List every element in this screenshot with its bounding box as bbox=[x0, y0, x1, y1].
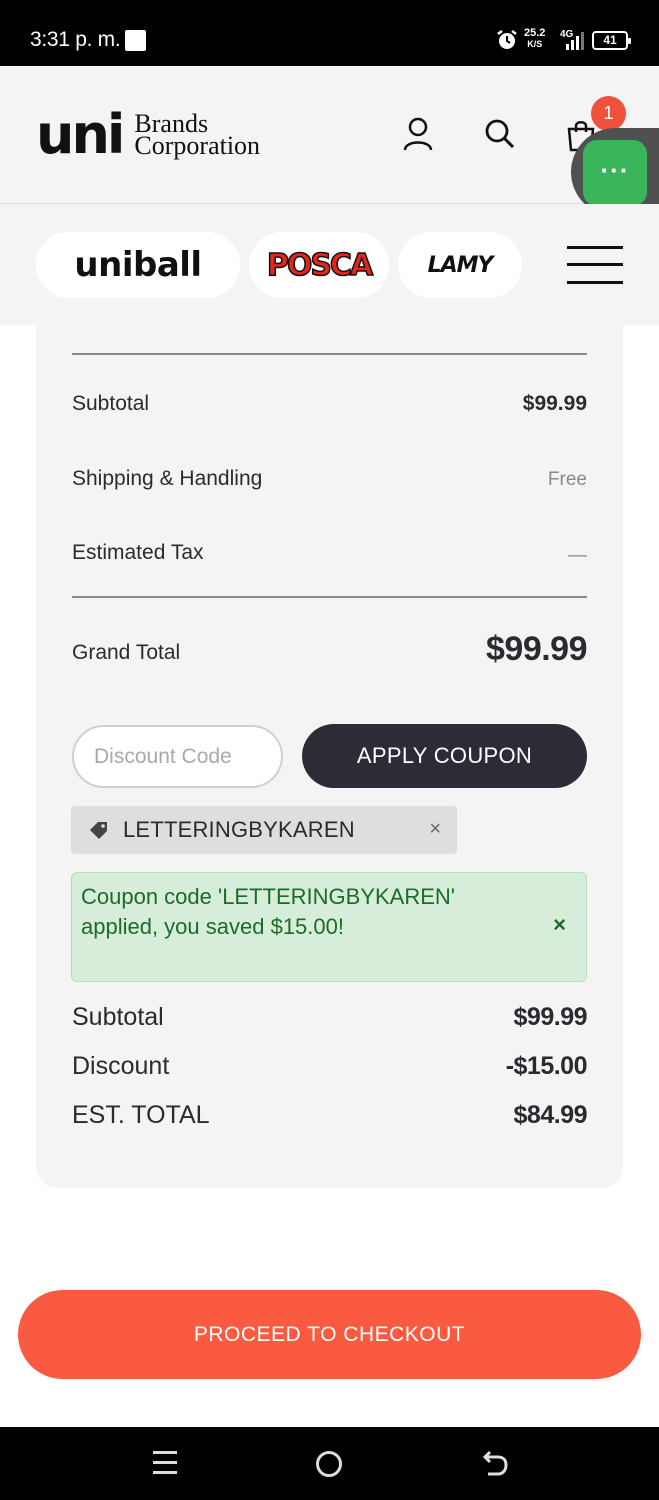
proceed-to-checkout-button[interactable]: PROCEED TO CHECKOUT bbox=[18, 1290, 641, 1379]
logo-uni: uni bbox=[36, 103, 125, 166]
search-icon[interactable] bbox=[484, 116, 516, 152]
shipping-value: Free bbox=[547, 469, 587, 490]
order-summary-card: Subtotal $99.99 Shipping & Handling Free… bbox=[36, 325, 623, 1188]
hamburger-menu-icon[interactable] bbox=[567, 246, 623, 284]
battery-icon: 41 bbox=[592, 31, 631, 50]
system-nav-bar bbox=[0, 1427, 659, 1500]
est-total-label: EST. TOTAL bbox=[72, 1101, 210, 1129]
recent-apps-icon[interactable] bbox=[153, 1451, 177, 1475]
signal-icon bbox=[566, 32, 584, 50]
discount-code-input[interactable] bbox=[72, 725, 283, 788]
net-speed: 25.2 K/S bbox=[524, 28, 545, 50]
alarm-icon bbox=[497, 30, 517, 49]
totals-subtotal-value: $99.99 bbox=[513, 1003, 588, 1031]
tag-icon bbox=[90, 822, 107, 839]
home-icon[interactable] bbox=[316, 1451, 342, 1477]
remove-coupon-icon[interactable]: × bbox=[429, 818, 441, 840]
applied-coupon-code: LETTERINGBYKAREN bbox=[123, 817, 355, 842]
status-bar: 3:31 p. m. 25.2 K/S 4G 41 bbox=[0, 0, 659, 66]
subtotal-label: Subtotal bbox=[72, 392, 150, 415]
tax-label: Estimated Tax bbox=[72, 541, 204, 564]
chat-button[interactable]: ··· bbox=[583, 140, 647, 206]
grand-total-label: Grand Total bbox=[72, 641, 181, 664]
tax-value: — bbox=[568, 545, 587, 566]
divider bbox=[72, 596, 587, 598]
brand-uniball-button[interactable]: uniball bbox=[36, 232, 240, 298]
notification-icon bbox=[125, 30, 146, 51]
back-icon[interactable] bbox=[482, 1448, 508, 1478]
site-header: uni Brands Corporation bbox=[0, 66, 659, 204]
status-time: 3:31 p. m. bbox=[30, 28, 121, 51]
applied-coupon-chip: LETTERINGBYKAREN × bbox=[71, 806, 457, 854]
subtotal-value: $99.99 bbox=[522, 392, 587, 415]
discount-label: Discount bbox=[72, 1052, 170, 1080]
uni-brands-logo[interactable]: uni Brands Corporation bbox=[36, 103, 261, 166]
logo-corporation: Corporation bbox=[134, 131, 261, 160]
shipping-label: Shipping & Handling bbox=[72, 467, 263, 490]
apply-coupon-button[interactable]: APPLY COUPON bbox=[302, 724, 587, 788]
battery-level: 41 bbox=[603, 33, 617, 47]
brand-posca-logo: POSCA bbox=[266, 247, 374, 284]
est-total-value: $84.99 bbox=[513, 1101, 588, 1129]
coupon-success-alert: Coupon code 'LETTERINGBYKAREN' applied, … bbox=[71, 872, 587, 982]
account-icon[interactable] bbox=[403, 116, 433, 152]
brand-lamy-button[interactable]: LAMY bbox=[398, 232, 522, 298]
discount-value: -$15.00 bbox=[505, 1052, 588, 1080]
brand-lamy-logo: LAMY bbox=[427, 252, 494, 278]
brand-uniball-logo: uniball bbox=[74, 245, 202, 285]
net-speed-value: 25.2 bbox=[524, 27, 546, 39]
brand-bar: uniball POSCA LAMY bbox=[0, 204, 659, 325]
coupon-success-message: Coupon code 'LETTERINGBYKAREN' applied, … bbox=[81, 884, 455, 939]
divider bbox=[72, 353, 587, 355]
logo-text: Brands Corporation bbox=[134, 111, 261, 160]
grand-total-value: $99.99 bbox=[486, 630, 588, 668]
close-alert-icon[interactable]: × bbox=[553, 913, 566, 937]
cart-count-badge: 1 bbox=[591, 96, 626, 131]
brand-posca-button[interactable]: POSCA bbox=[249, 232, 389, 298]
totals-subtotal-label: Subtotal bbox=[72, 1003, 164, 1031]
net-speed-unit: K/S bbox=[527, 39, 543, 49]
